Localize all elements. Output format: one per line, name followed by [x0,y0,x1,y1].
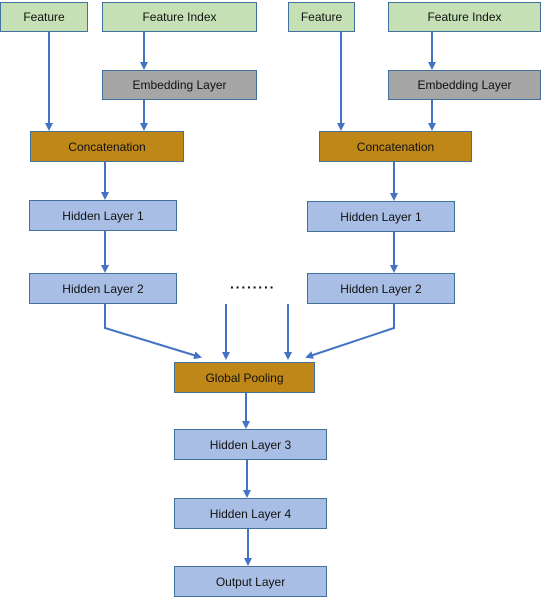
right-embedding-layer-label: Embedding Layer [417,78,512,92]
left-feature-index-box: Feature Index [102,2,257,32]
right-feature-label: Feature [300,10,343,24]
left-concatenation-label: Concatenation [68,139,146,154]
left-embedding-layer-box: Embedding Layer [102,70,257,100]
output-layer-box: Output Layer [174,566,327,597]
right-hidden-layer-2-label: Hidden Layer 2 [340,281,422,296]
right-concatenation-label: Concatenation [356,139,435,154]
global-pooling-box: Global Pooling [174,362,315,393]
right-concatenation-box: Concatenation [319,131,472,162]
hidden-layer-3-box: Hidden Layer 3 [174,429,327,460]
left-embedding-layer-label: Embedding Layer [132,78,227,92]
arrow-right-hidden2-to-pooling [305,304,395,359]
right-feature-index-label: Feature Index [427,10,502,24]
left-hidden-layer-2-box: Hidden Layer 2 [29,273,177,304]
right-feature-index-box: Feature Index [388,2,541,32]
hidden-layer-4-label: Hidden Layer 4 [209,506,292,521]
hidden-layer-3-label: Hidden Layer 3 [209,437,292,452]
left-hidden-layer-1-box: Hidden Layer 1 [29,200,177,231]
right-hidden-layer-1-box: Hidden Layer 1 [307,201,455,232]
output-layer-label: Output Layer [215,574,286,589]
left-feature-index-label: Feature Index [142,10,217,24]
more-branches-ellipsis: ········ [230,279,276,295]
left-feature-box: Feature [0,2,88,32]
left-hidden-layer-2-label: Hidden Layer 2 [62,281,144,296]
left-hidden-layer-1-label: Hidden Layer 1 [62,208,144,223]
arrow-left-hidden2-to-pooling [104,304,202,360]
hidden-layer-4-box: Hidden Layer 4 [174,498,327,529]
global-pooling-label: Global Pooling [205,370,284,385]
left-feature-label: Feature [23,10,65,24]
right-hidden-layer-2-box: Hidden Layer 2 [307,273,455,304]
left-concatenation-box: Concatenation [30,131,184,162]
right-hidden-layer-1-label: Hidden Layer 1 [340,209,422,224]
right-feature-box: Feature [288,2,355,32]
right-embedding-layer-box: Embedding Layer [388,70,541,100]
